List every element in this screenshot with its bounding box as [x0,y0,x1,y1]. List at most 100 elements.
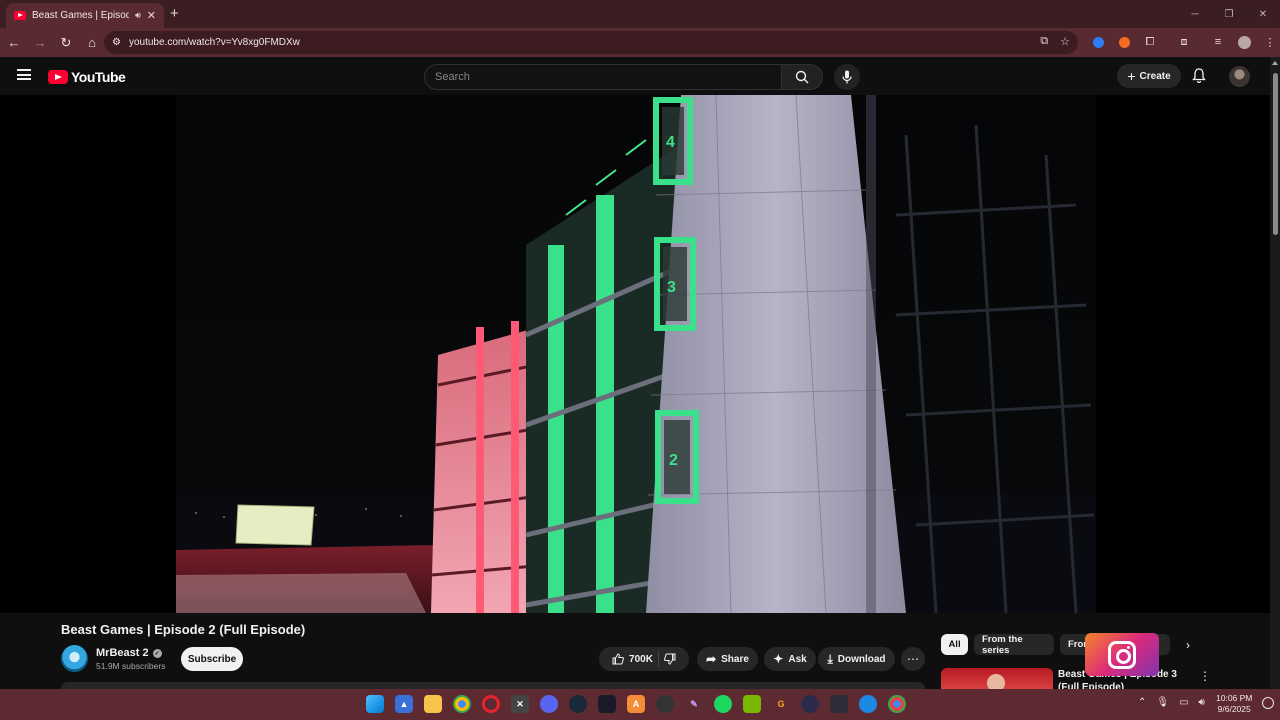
orange-app-icon[interactable]: A [627,695,645,713]
subscribe-button[interactable]: Subscribe [181,647,243,671]
reload-icon[interactable]: ↻ [54,31,78,55]
extensions-puzzle-icon[interactable]: ⧠ [1142,33,1158,51]
back-icon[interactable]: ← [2,31,26,55]
user-avatar[interactable] [1229,66,1250,87]
close-window-icon[interactable]: ✕ [1246,0,1280,28]
channel-name-text: MrBeast 2 [96,647,149,659]
profile-icon[interactable] [1236,33,1252,51]
url-text: youtube.com/watch?v=Yv8xg0FMDXw [128,37,300,48]
download-button[interactable]: ⤓ Download [818,647,895,671]
xbox-icon[interactable]: ✕ [511,695,529,713]
vpn-icon[interactable] [801,695,819,713]
app-dark-icon[interactable] [598,695,616,713]
recommendation-thumbnail[interactable] [941,668,1053,689]
create-label: Create [1139,70,1171,82]
description-box[interactable] [61,682,925,689]
notification-center-icon[interactable] [1262,697,1274,709]
restore-icon[interactable]: ❐ [1212,0,1246,28]
search-icon [795,70,809,84]
create-button[interactable]: + Create [1117,64,1181,88]
ask-button[interactable]: ✦ Ask [764,647,816,671]
extension-orange-icon[interactable] [1116,33,1132,51]
channel-avatar[interactable] [61,645,88,672]
like-divider [657,651,659,667]
opera-icon[interactable] [482,695,500,713]
chrome-active-icon[interactable] [888,695,906,713]
system-tray: ⌃ 🎙︎ ▭ 🔊︎ [1138,697,1205,708]
subscriber-count: 51.9M subscribers [96,661,166,671]
ask-label: Ask [788,653,807,665]
audio-icon[interactable]: 🔊︎ [135,10,141,21]
clock-time: 10:06 PM [1216,693,1253,703]
taskbar-clock[interactable]: 10:06 PM 9/6/2025 [1216,693,1252,715]
extension-blue-icon[interactable] [1090,33,1106,51]
steam-icon[interactable] [569,695,587,713]
forward-icon[interactable]: → [28,31,52,55]
windows-taskbar: ▲ ✕ A ✎ G ⌃ 🎙︎ ▭ 🔊︎ 10:06 PM 9/6/2025 [0,689,1280,720]
address-bar[interactable]: ⚙︎ youtube.com/watch?v=Yv8xg0FMDXw ⧉ ☆ [104,31,1078,54]
bookmark-star-icon[interactable]: ☆ [1060,35,1070,48]
like-count: 700K [629,653,653,665]
plus-icon: + [1127,68,1136,84]
browser-tab[interactable]: Beast Games | Episode 2 (F... 🔊︎ ✕ [6,3,164,28]
search-input[interactable]: Search [424,64,782,90]
mic-tray-icon[interactable]: 🎙︎ [1156,697,1169,708]
file-explorer-icon[interactable] [424,695,442,713]
volume-icon[interactable]: 🔊︎ [1199,697,1205,708]
nvidia-icon[interactable] [743,695,761,713]
chrome-profile-icon[interactable] [453,695,471,713]
discord-icon[interactable] [540,695,558,713]
chips-next-icon[interactable]: › [1186,638,1190,652]
notifications-button[interactable] [1192,68,1206,83]
video-player[interactable]: 4 3 2 [0,95,1270,613]
windows-start-icon[interactable] [366,695,384,713]
terminal-icon[interactable] [830,695,848,713]
remote-app-icon[interactable] [859,695,877,713]
instagram-icon [1108,640,1136,669]
youtube-logo[interactable]: YouTube [48,69,126,85]
g-app-icon[interactable]: G [772,695,790,713]
obs-icon[interactable] [656,695,674,713]
video-scene: 4 3 2 [176,95,1096,613]
window-controls: ─ ❐ ✕ [1178,0,1280,28]
sparkle-icon: ✦ [773,652,784,666]
tab-close-icon[interactable]: ✕ [147,9,156,22]
chip-all[interactable]: All [941,634,968,655]
page-scrollbar[interactable] [1270,57,1280,689]
channel-name[interactable]: MrBeast 2 ✓ [96,647,162,659]
extensions-area: ⧠ ⧈ ≡ ⋮ [1090,33,1278,51]
like-dislike-group: 700K [599,647,689,671]
media-control-icon[interactable]: ⧈ [1176,33,1192,51]
tray-overflow-icon[interactable]: ⌃ [1138,697,1146,708]
menu-icon[interactable] [17,69,31,80]
photos-icon[interactable]: ▲ [395,695,413,713]
browser-tab-bar: Beast Games | Episode 2 (F... 🔊︎ ✕ + ─ ❐… [0,0,1280,28]
feather-app-icon[interactable]: ✎ [685,695,703,713]
browser-menu-icon[interactable]: ⋮ [1262,33,1278,51]
like-button[interactable]: 700K [612,653,653,665]
reading-list-icon[interactable]: ≡ [1210,33,1226,51]
search-button[interactable] [781,64,823,90]
site-info-icon[interactable]: ⚙︎ [112,37,121,48]
spotify-icon[interactable] [714,695,732,713]
svg-text:3: 3 [667,279,676,296]
download-icon: ⤓ [827,651,833,666]
video-title: Beast Games | Episode 2 (Full Episode) [61,622,306,637]
svg-text:4: 4 [666,134,675,151]
chip-from-the-series[interactable]: From the series [974,634,1054,656]
install-app-icon[interactable]: ⧉ [1040,35,1048,48]
more-actions-button[interactable]: ⋯ [901,647,925,671]
share-button[interactable]: ➦ Share [697,647,758,671]
scroll-up-icon[interactable] [1272,61,1278,65]
scrollbar-thumb[interactable] [1273,73,1278,235]
tab-title: Beast Games | Episode 2 (F... [32,10,130,21]
video-frame[interactable]: 4 3 2 [176,95,1096,613]
minimize-icon[interactable]: ─ [1178,0,1212,28]
home-icon[interactable]: ⌂ [80,31,104,55]
network-icon[interactable]: ▭ [1179,697,1188,708]
new-tab-button[interactable]: + [170,5,179,22]
thumbs-down-icon [664,653,676,665]
dislike-button[interactable] [664,653,676,665]
recommendation-menu-icon[interactable]: ⋮ [1199,669,1211,683]
voice-search-button[interactable] [834,64,860,90]
